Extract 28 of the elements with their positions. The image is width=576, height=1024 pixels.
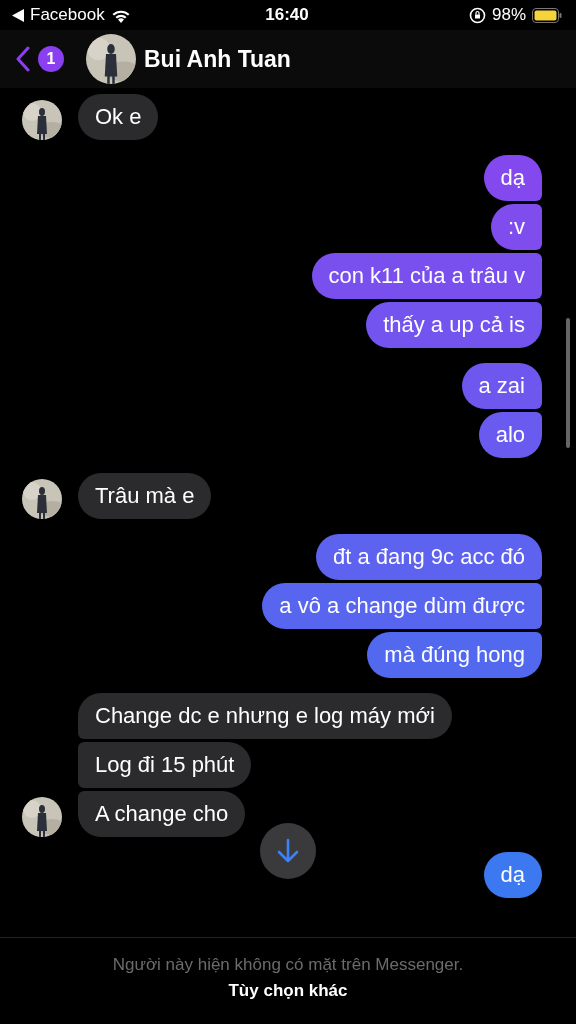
battery-icon [532, 7, 562, 23]
received-message: Trâu mà e [78, 473, 212, 519]
rotation-lock-icon [469, 6, 486, 24]
received-message: Ok e [78, 94, 159, 140]
arrow-down-icon [276, 838, 300, 864]
sent-message: thấy a up cả is [366, 302, 542, 348]
received-message: Change dc e nhưng e log máy mới [78, 693, 452, 739]
sent-message: a vô a change dùm được [262, 583, 542, 629]
sent-message: dạ [483, 155, 542, 201]
unread-badge: 1 [38, 46, 64, 72]
clock-time: 16:40 [265, 5, 309, 25]
sent-message: alo [478, 412, 542, 458]
scroll-down-button[interactable] [260, 823, 316, 879]
back-chevron-icon[interactable] [16, 46, 30, 72]
sent-message: :v [490, 204, 542, 250]
more-options-link[interactable]: Tùy chọn khác [228, 981, 348, 1000]
back-triangle-icon [12, 8, 24, 22]
sent-message: a zai [461, 363, 542, 409]
received-message: Log đi 15 phút [78, 742, 252, 788]
sent-message: dạ [483, 852, 542, 898]
back-app-label[interactable]: Facebook [30, 5, 105, 25]
sent-message: con k11 của a trâu v [311, 253, 542, 299]
sent-message: đt a đang 9c acc đó [315, 534, 542, 580]
received-message: A change cho [78, 791, 246, 837]
unavailable-notice: Người này hiện không có mặt trên Messenger. Tùy chọn khác [112, 955, 464, 1000]
sent-message: mà đúng hong [367, 632, 542, 678]
battery-percent: 98% [492, 5, 526, 25]
contact-name[interactable]: Bui Anh Tuan [144, 45, 291, 73]
